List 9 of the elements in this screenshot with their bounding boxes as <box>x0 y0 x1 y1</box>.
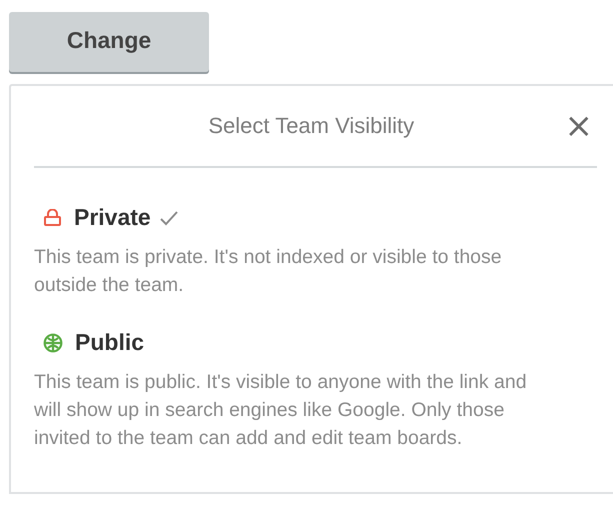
option-title[interactable]: Private <box>74 204 151 231</box>
close-button[interactable]: × <box>564 109 593 143</box>
option-description: This team is private. It's not indexed or visible to those outside the team. <box>34 245 503 298</box>
popover-title: Select Team Visibility <box>207 113 416 139</box>
change-button[interactable]: Change <box>9 12 209 72</box>
lock-icon <box>43 209 62 226</box>
option-description: This team is public. It's visible to anyone with the link and will show up in search engines like Google. Only those invited to the team can add and edit team boards. <box>34 370 528 451</box>
globe-icon <box>43 332 63 352</box>
option-title[interactable]: Public <box>75 329 144 356</box>
